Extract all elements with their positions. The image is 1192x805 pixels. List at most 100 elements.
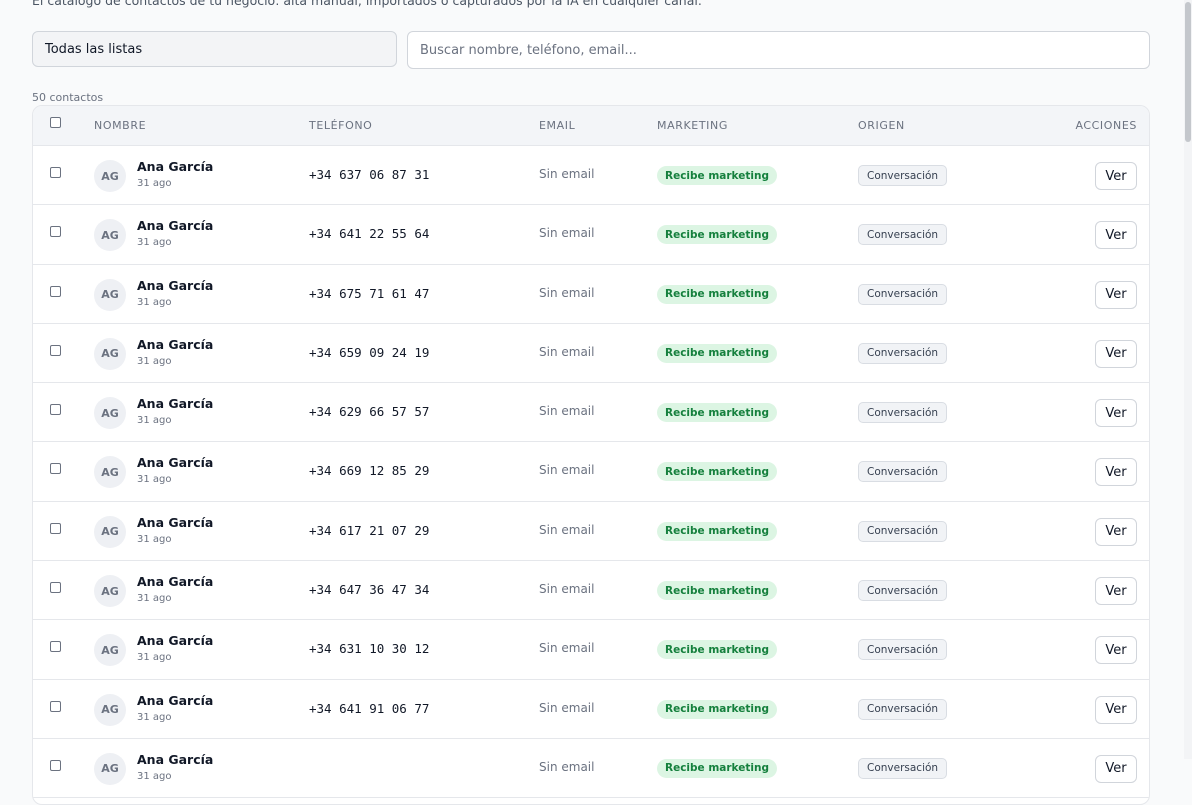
view-button[interactable]: Ver (1095, 577, 1137, 606)
table-row[interactable]: AG Ana García 31 ago +34 629 66 57 57 Sin em… (33, 383, 1149, 443)
avatar-initials: AG (101, 643, 119, 657)
origin-badge: Conversación (858, 402, 948, 424)
header-phone[interactable]: TELÉFONO (309, 119, 372, 132)
view-button[interactable]: Ver (1095, 695, 1137, 724)
row-checkbox[interactable] (50, 759, 61, 771)
table-row[interactable]: AG Ana García 31 ago +34 675 71 61 47 Sin em… (33, 265, 1149, 324)
avatar: AG (94, 693, 126, 726)
contact-name[interactable]: Ana García (137, 574, 213, 589)
row-checkbox[interactable] (50, 226, 61, 238)
page-scrollbar[interactable] (1184, 0, 1192, 759)
view-button[interactable]: Ver (1095, 517, 1137, 546)
avatar: AG (94, 160, 126, 192)
contact-name[interactable]: Ana García (137, 159, 213, 174)
row-checkbox[interactable] (50, 582, 61, 594)
contacts-count: 50 contactos (32, 91, 104, 104)
view-button[interactable]: Ver (1095, 458, 1137, 487)
contact-phone: +34 641 91 06 77 (309, 700, 430, 716)
row-checkbox[interactable] (50, 404, 61, 416)
contact-email: Sin email (539, 700, 595, 715)
contact-name[interactable]: Ana García (137, 396, 213, 411)
contact-phone: +34 641 22 55 64 (309, 226, 430, 242)
contact-date: 31 ago (137, 178, 172, 189)
contact-name[interactable]: Ana García (137, 455, 213, 470)
row-checkbox[interactable] (50, 167, 61, 178)
avatar: AG (94, 337, 126, 370)
contact-phone: +34 659 09 24 19 (309, 344, 430, 360)
table-header: NOMBRE TELÉFONO EMAIL MARKETING ORIGEN A… (33, 106, 1149, 146)
row-checkbox[interactable] (50, 522, 61, 534)
table-row[interactable]: AG Ana García 31 ago +34 659 09 24 19 Sin em… (33, 324, 1149, 384)
origin-badge: Conversación (858, 698, 948, 720)
origin-badge: Conversación (858, 580, 948, 602)
contact-email: Sin email (539, 404, 595, 419)
contact-email: Sin email (539, 226, 595, 241)
row-checkbox[interactable] (50, 463, 61, 475)
marketing-badge: Recibe marketing (657, 640, 777, 660)
list-filter-select[interactable]: Todas las listas (32, 31, 397, 67)
row-checkbox[interactable] (50, 641, 61, 653)
contact-name[interactable]: Ana García (137, 515, 213, 530)
select-all-checkbox[interactable] (50, 117, 61, 128)
table-row[interactable]: AG Ana García 31 ago +34 641 22 55 64 Sin em… (33, 205, 1149, 265)
table-row[interactable]: AG Ana García 31 ago Sin email Recibe market… (33, 739, 1149, 799)
view-button[interactable]: Ver (1095, 754, 1137, 783)
view-button[interactable]: Ver (1095, 399, 1137, 428)
contact-name[interactable]: Ana García (137, 633, 213, 648)
table-body: AG Ana García 31 ago +34 637 06 87 31 Sin em… (33, 146, 1149, 799)
contact-phone: +34 631 10 30 12 (309, 641, 430, 657)
contact-name[interactable]: Ana García (137, 278, 213, 293)
avatar: AG (94, 575, 126, 608)
contact-date: 31 ago (137, 296, 172, 308)
avatar: AG (94, 219, 126, 252)
contact-date: 31 ago (137, 415, 172, 427)
contact-phone: +34 617 21 07 29 (309, 522, 430, 538)
row-checkbox[interactable] (50, 700, 61, 712)
search-input[interactable] (407, 31, 1150, 69)
avatar: AG (94, 456, 126, 489)
page-subtitle: El catálogo de contactos de tu negocio: … (32, 0, 702, 8)
contact-email: Sin email (539, 582, 595, 597)
table-row[interactable]: AG Ana García 31 ago +34 669 12 85 29 Sin em… (33, 442, 1149, 502)
contact-name[interactable]: Ana García (137, 337, 213, 352)
view-button[interactable]: Ver (1095, 339, 1137, 368)
contact-email: Sin email (539, 641, 595, 656)
contact-phone: +34 647 36 47 34 (309, 582, 430, 598)
contact-email: Sin email (539, 463, 595, 478)
row-checkbox[interactable] (50, 344, 61, 356)
avatar-initials: AG (101, 288, 119, 302)
header-origin[interactable]: ORIGEN (858, 119, 905, 132)
contact-date: 31 ago (137, 355, 172, 367)
table-row[interactable]: AG Ana García 31 ago +34 637 06 87 31 Sin em… (33, 146, 1149, 206)
origin-badge: Conversación (858, 224, 948, 246)
marketing-badge: Recibe marketing (657, 758, 777, 778)
contact-name[interactable]: Ana García (137, 752, 213, 767)
contact-phone: +34 629 66 57 57 (309, 404, 430, 420)
scrollbar-thumb[interactable] (1185, 2, 1191, 142)
contact-email: Sin email (539, 285, 595, 300)
view-button[interactable]: Ver (1095, 636, 1137, 665)
row-checkbox[interactable] (50, 285, 61, 297)
table-row[interactable]: AG Ana García 31 ago +34 617 21 07 29 Sin em… (33, 502, 1149, 562)
view-button[interactable]: Ver (1095, 280, 1137, 309)
table-row[interactable]: AG Ana García 31 ago +34 641 91 06 77 Sin em… (33, 680, 1149, 739)
avatar-initials: AG (101, 703, 119, 717)
origin-badge: Conversación (858, 342, 948, 364)
header-email[interactable]: EMAIL (539, 119, 575, 132)
avatar: AG (94, 278, 126, 311)
table-row[interactable]: AG Ana García 31 ago +34 631 10 30 12 Sin em… (33, 620, 1149, 680)
avatar-initials: AG (101, 762, 119, 776)
avatar-initials: AG (101, 228, 119, 242)
header-name[interactable]: NOMBRE (94, 119, 146, 132)
contacts-table: NOMBRE TELÉFONO EMAIL MARKETING ORIGEN A… (32, 105, 1150, 805)
table-row[interactable]: AG Ana García 31 ago +34 647 36 47 34 Sin em… (33, 561, 1149, 621)
avatar: AG (94, 397, 126, 430)
view-button[interactable]: Ver (1095, 221, 1137, 250)
origin-badge: Conversación (858, 757, 948, 779)
header-marketing[interactable]: MARKETING (657, 119, 728, 132)
avatar-initials: AG (101, 465, 119, 479)
contact-name[interactable]: Ana García (137, 693, 213, 708)
view-button[interactable]: Ver (1095, 162, 1137, 190)
contact-date: 31 ago (137, 237, 172, 249)
contact-name[interactable]: Ana García (137, 218, 213, 233)
